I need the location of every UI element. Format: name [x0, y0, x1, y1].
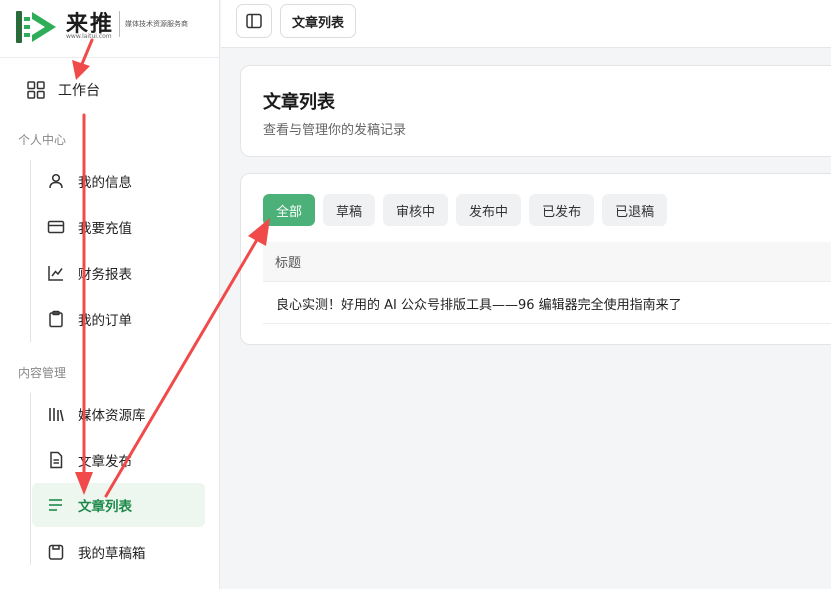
credit-card-icon: [47, 220, 65, 234]
section-guide-line: [30, 160, 31, 342]
sidebar-item-my-orders[interactable]: 我的订单: [32, 297, 205, 341]
sidebar-item-label: 我的信息: [78, 175, 132, 191]
section-title-content: 内容管理: [18, 366, 67, 380]
status-filter-tabs: 全部 草稿 审核中 发布中 已发布 已退稿: [263, 194, 668, 226]
tab-publishing[interactable]: 发布中: [456, 194, 522, 226]
sidebar-item-label: 财务报表: [78, 267, 132, 283]
article-title-cell[interactable]: 良心实测！好用的 AI 公众号排版工具——96 编辑器完全使用指南来了: [276, 294, 682, 313]
sidebar-item-label: 媒体资源库: [78, 408, 146, 424]
sidebar-item-label: 文章列表: [78, 499, 132, 515]
tab-reviewing[interactable]: 审核中: [383, 194, 449, 226]
sidebar-toggle-icon: [246, 13, 262, 29]
brand-tagline: 媒体技术资源服务商: [125, 20, 188, 28]
sidebar-item-article-list[interactable]: 文章列表: [32, 483, 205, 527]
sidebar-toggle-button[interactable]: [236, 4, 272, 38]
library-icon: [49, 408, 64, 422]
article-list-card: 全部 草稿 审核中 发布中 已发布 已退稿 标题 良心实测！好用的 AI 公众号…: [240, 173, 831, 345]
user-icon: [49, 173, 63, 189]
table-row[interactable]: 良心实测！好用的 AI 公众号排版工具——96 编辑器完全使用指南来了: [263, 283, 831, 324]
clipboard-icon: [49, 310, 63, 328]
laitui-logo-icon: [16, 11, 56, 43]
sidebar-item-my-info[interactable]: 我的信息: [32, 159, 205, 203]
sidebar-item-finance-report[interactable]: 财务报表: [32, 251, 205, 295]
sidebar-item-dashboard[interactable]: 工作台: [14, 72, 206, 108]
sidebar-item-label: 文章发布: [78, 454, 132, 470]
column-header-title: 标题: [275, 256, 302, 271]
page-header-card: 文章列表 查看与管理你的发稿记录: [240, 65, 831, 157]
brand-header: 来推 www.laitui.com 媒体技术资源服务商: [0, 0, 219, 58]
sidebar-item-publish-article[interactable]: 文章发布: [32, 438, 205, 482]
tab-published[interactable]: 已发布: [529, 194, 595, 226]
section-title-personal: 个人中心: [18, 133, 67, 147]
sidebar-item-drafts[interactable]: 我的草稿箱: [32, 530, 205, 574]
sidebar-item-media-library[interactable]: 媒体资源库: [32, 392, 205, 436]
sidebar-item-label: 工作台: [58, 83, 100, 99]
sidebar-item-recharge[interactable]: 我要充值: [32, 205, 205, 249]
page-subtitle: 查看与管理你的发稿记录: [263, 123, 407, 138]
table-header: 标题: [263, 242, 831, 282]
grid-icon: [27, 81, 45, 99]
draft-box-icon: [48, 544, 64, 560]
tab-draft[interactable]: 草稿: [323, 194, 376, 226]
sidebar-item-label: 我的订单: [78, 313, 132, 329]
sidebar-item-label: 我的草稿箱: [78, 546, 146, 562]
list-icon: [49, 499, 62, 511]
section-guide-line: [30, 393, 31, 565]
brand-url: www.laitui.com: [66, 33, 112, 40]
tab-rejected[interactable]: 已退稿: [602, 194, 668, 226]
file-text-icon: [50, 451, 63, 469]
page-title: 文章列表: [263, 92, 335, 113]
chart-line-icon: [48, 266, 63, 281]
current-page-tab[interactable]: 文章列表: [280, 4, 357, 38]
brand-divider: [119, 11, 120, 37]
sidebar: 来推 www.laitui.com 媒体技术资源服务商 工作台 个人中心 我的信…: [0, 0, 220, 589]
tab-all[interactable]: 全部: [263, 194, 316, 226]
topbar: 文章列表: [221, 0, 831, 48]
sidebar-item-label: 我要充值: [78, 221, 132, 237]
